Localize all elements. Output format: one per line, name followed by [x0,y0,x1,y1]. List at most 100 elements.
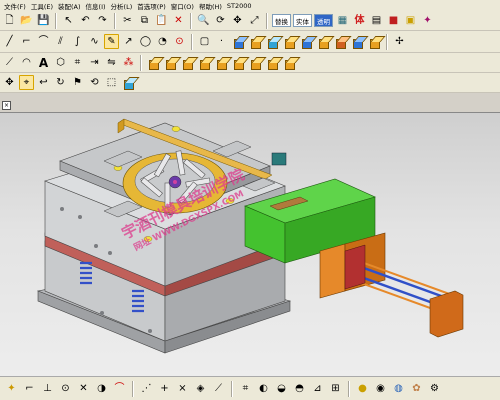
grid-icon[interactable]: ▦ [335,13,350,28]
fillet-icon[interactable]: ⌒ [36,34,51,49]
cube-icon[interactable] [197,55,212,70]
menu-tools[interactable]: 工具(E) [31,1,53,11]
select-arrow-icon[interactable]: ↖ [61,13,76,28]
arc-icon[interactable]: ◠ [19,55,34,70]
undo-icon[interactable]: ↶ [78,13,93,28]
cube-icon[interactable] [367,34,382,49]
cube-icon[interactable] [248,34,263,49]
box-icon[interactable]: ▢ [197,34,212,49]
menu-file[interactable]: 文件(F) [4,1,26,11]
cube-icon[interactable] [299,34,314,49]
cube-icon[interactable] [282,55,297,70]
show-icon[interactable]: ◓ [292,381,307,396]
spline-icon[interactable]: ∿ [87,34,102,49]
settings-icon[interactable]: ⚙ [427,381,442,396]
arrow-icon[interactable]: ↗ [121,34,136,49]
rotate-view-icon[interactable]: ⟲ [87,75,102,90]
graphics-viewport[interactable]: 宇酒刊模具培训学院 网址 WWW.DGXSPX.COM [0,112,500,376]
cube-icon[interactable] [231,34,246,49]
body-icon[interactable]: 体 [352,13,367,28]
bullet-icon[interactable]: · [214,34,229,49]
clock-icon[interactable]: ◔ [155,34,170,49]
view-icon[interactable]: ◐ [256,381,271,396]
flag-icon[interactable]: ⚑ [70,75,85,90]
curve-icon[interactable]: ∫ [70,34,85,49]
circle-icon[interactable]: ◯ [138,34,153,49]
target-icon[interactable]: ⊙ [172,34,187,49]
trim-icon[interactable]: ⌗ [70,55,85,70]
cube-icon[interactable] [248,55,263,70]
offset-icon[interactable]: ⫽ [53,34,68,49]
cube-icon[interactable] [350,34,365,49]
snap-midpoint-icon[interactable]: ⊥ [40,381,55,396]
layer-icon[interactable]: ▤ [369,13,384,28]
delete-icon[interactable]: ✕ [171,13,186,28]
refresh-icon[interactable]: ↻ [53,75,68,90]
snap-point-icon[interactable]: ✦ [4,381,19,396]
rotate-icon[interactable]: ⟳ [213,13,228,28]
cube-icon[interactable] [282,34,297,49]
polyline-icon[interactable]: ⟋ [2,55,17,70]
corner-icon[interactable]: ⌐ [19,34,34,49]
hexagon-icon[interactable]: ⬡ [53,55,68,70]
ruler-icon[interactable]: ⊞ [328,381,343,396]
zoom-icon[interactable]: 🔍 [196,13,211,28]
snap-plus-icon[interactable]: + [157,381,172,396]
menu-info[interactable]: 信息(I) [86,1,106,11]
snap-grid-icon[interactable]: ⋰ [139,381,154,396]
snap-cross-icon[interactable]: ⨯ [175,381,190,396]
return-icon[interactable]: ↩ [36,75,51,90]
menu-help[interactable]: 帮助(H) [199,1,222,11]
move-icon[interactable]: ✥ [2,75,17,90]
axis-icon[interactable]: ✢ [392,34,407,49]
red-cube-icon[interactable]: ■ [386,13,401,28]
snap-face-icon[interactable]: ◈ [193,381,208,396]
cube-icon[interactable] [265,34,280,49]
snap-center-icon[interactable]: ⊙ [58,381,73,396]
snap-tangent-icon[interactable]: ⌒ [112,381,127,396]
snap-quadrant-icon[interactable]: ◑ [94,381,109,396]
replace-button[interactable]: 替换 [272,14,291,27]
open-icon[interactable]: 📂 [19,13,34,28]
filter-icon[interactable]: ⌗ [238,381,253,396]
extend-icon[interactable]: ⇥ [87,55,102,70]
cube-icon[interactable] [163,55,178,70]
mirror-icon[interactable]: ⇋ [104,55,119,70]
measure-icon[interactable]: ⊿ [310,381,325,396]
palette-icon[interactable]: ✿ [409,381,424,396]
paste-icon[interactable]: 📋 [154,13,169,28]
menu-assembly[interactable]: 装配(A) [58,1,81,11]
cut-icon[interactable]: ✂ [120,13,135,28]
close-tab-icon[interactable]: × [2,101,11,110]
globe-icon[interactable]: ◍ [391,381,406,396]
blank-sheet-icon[interactable]: 🗋 [2,13,17,28]
snap-endpoint-icon[interactable]: ⌐ [22,381,37,396]
hide-icon[interactable]: ◒ [274,381,289,396]
menu-st2000[interactable]: ST2000 [227,2,252,10]
cube-icon[interactable] [231,55,246,70]
save-icon[interactable]: 💾 [36,13,51,28]
snap-intersection-icon[interactable]: ✕ [76,381,91,396]
line-icon[interactable]: ╱ [2,34,17,49]
cube-icon[interactable] [333,34,348,49]
sketch-icon[interactable]: ✎ [104,34,119,49]
menu-window[interactable]: 窗口(O) [171,1,194,11]
copy-icon[interactable]: ⧉ [137,13,152,28]
cube-icon[interactable] [146,55,161,70]
lightbulb-icon[interactable]: ● [355,381,370,396]
pan-icon[interactable]: ✥ [230,13,245,28]
note-icon[interactable]: ▣ [403,13,418,28]
cube-icon[interactable] [121,75,136,90]
snap-icon[interactable]: ⌖ [19,75,34,90]
cube-icon[interactable] [214,55,229,70]
text-icon[interactable]: A [36,55,51,70]
fit-icon[interactable]: ⤢ [247,13,262,28]
menu-preferences[interactable]: 首选项(P) [137,1,166,11]
solid-button[interactable]: 实体 [293,14,312,27]
wizard-icon[interactable]: ✦ [420,13,435,28]
snap-edge-icon[interactable]: ⟋ [211,381,226,396]
eye-icon[interactable]: ◉ [373,381,388,396]
menu-analysis[interactable]: 分析(L) [111,1,133,11]
pattern-icon[interactable]: ⁂ [121,55,136,70]
transparent-button[interactable]: 透明 [314,14,333,27]
